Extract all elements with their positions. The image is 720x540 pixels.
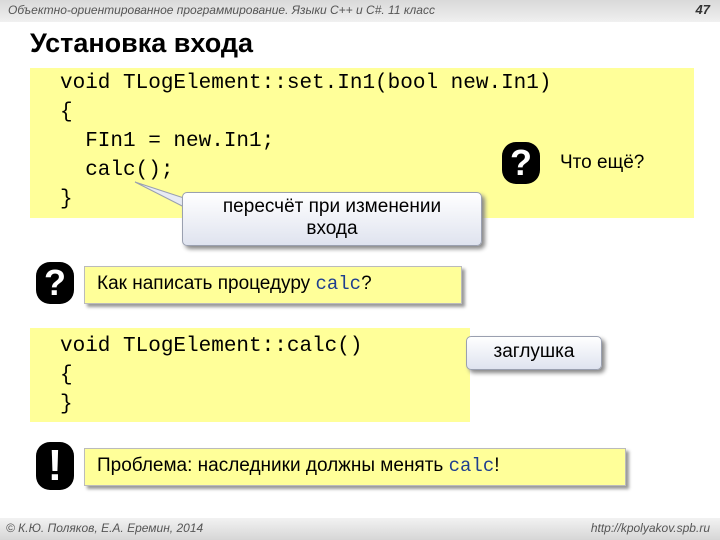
callout-line: пересчёт при изменении	[222, 196, 442, 217]
question-calc: Как написать процедуру calc?	[84, 266, 462, 304]
problem-note-text: Проблема: наследники должны менять calc!	[97, 455, 500, 477]
code-line: }	[60, 393, 73, 416]
callout-text: заглушка	[493, 341, 575, 362]
question-calc-text: Как написать процедуру calc?	[97, 273, 372, 295]
authors: © К.Ю. Поляков, Е.А. Еремин, 2014	[6, 521, 204, 535]
question-text: Как написать процедуру	[97, 273, 316, 294]
callout-recalc: пересчёт при изменении входа	[182, 192, 482, 246]
note-end: !	[494, 455, 500, 476]
problem-note: Проблема: наследники должны менять calc!	[84, 448, 626, 486]
code-line: {	[60, 364, 73, 387]
callout-line: входа	[306, 218, 358, 239]
question-end: ?	[361, 273, 372, 294]
callout-stub: заглушка	[466, 336, 602, 370]
question-icon: ?	[36, 262, 74, 304]
note-text: Проблема: наследники должны менять	[97, 455, 449, 476]
code-line: void TLogElement::calc()	[60, 335, 363, 358]
inline-code: calc	[315, 273, 362, 295]
footer-bar: © К.Ю. Поляков, Е.А. Еремин, 2014 http:/…	[0, 518, 720, 540]
inline-code: calc	[448, 455, 495, 477]
warning-icon: !	[36, 442, 74, 490]
site-link[interactable]: http://kpolyakov.spb.ru	[591, 521, 710, 535]
